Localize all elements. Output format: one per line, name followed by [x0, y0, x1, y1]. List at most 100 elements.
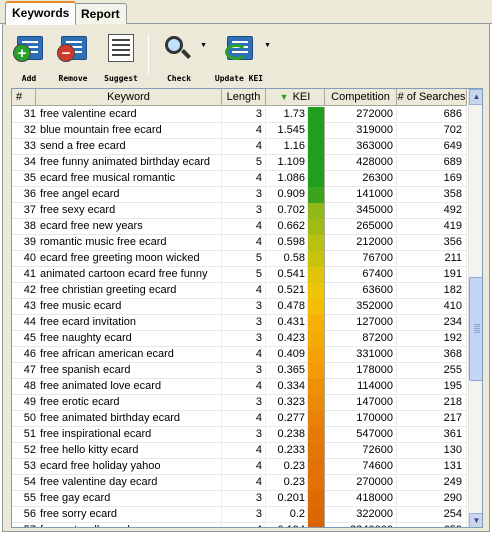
- table-row[interactable]: 51 free inspirational ecard 3 0.238 547000 36…: [12, 427, 467, 443]
- row-searches: 410: [397, 299, 467, 315]
- remove-button[interactable]: − Remove: [51, 32, 95, 84]
- row-kei-color-bar: [308, 267, 325, 283]
- vertical-scrollbar[interactable]: ▲ ▼: [468, 89, 482, 527]
- row-keyword: blue mountain free ecard: [36, 123, 222, 139]
- row-kei: 1.109: [266, 155, 308, 171]
- tab-bar: Keywords Report: [0, 0, 492, 25]
- row-length: 4: [222, 411, 266, 427]
- table-row[interactable]: 56 free sorry ecard 3 0.2 322000 254: [12, 507, 467, 523]
- table-row[interactable]: 39 romantic music free ecard 4 0.598 212000 3…: [12, 235, 467, 251]
- table-row[interactable]: 42 free christian greeting ecard 4 0.521 636…: [12, 283, 467, 299]
- row-number: 36: [23, 188, 36, 200]
- row-keyword: free animated birthday ecard: [36, 411, 222, 427]
- row-keyword: romantic music free ecard: [36, 235, 222, 251]
- scroll-thumb[interactable]: [469, 277, 482, 381]
- row-competition: 2240000: [325, 523, 397, 527]
- row-searches: 689: [397, 155, 467, 171]
- update-kei-button[interactable]: ▼ Update KEI: [207, 32, 271, 84]
- table-row[interactable]: 50 free animated birthday ecard 4 0.277 1700…: [12, 411, 467, 427]
- header-num[interactable]: #: [12, 89, 36, 106]
- row-number: 35: [23, 172, 36, 184]
- table-row[interactable]: 37 free sexy ecard 3 0.702 345000 492: [12, 203, 467, 219]
- row-searches: 368: [397, 347, 467, 363]
- row-kei: 0.662: [266, 219, 308, 235]
- row-competition: 270000: [325, 475, 397, 491]
- tab-keywords[interactable]: Keywords: [5, 1, 77, 25]
- row-competition: 87200: [325, 331, 397, 347]
- row-keyword: free music ecard: [36, 299, 222, 315]
- table-row[interactable]: 41 animated cartoon ecard free funny 5 0.54…: [12, 267, 467, 283]
- table-row[interactable]: 45 free naughty ecard 3 0.423 87200 192: [12, 331, 467, 347]
- table-row[interactable]: 55 free gay ecard 3 0.201 418000 290: [12, 491, 467, 507]
- row-kei-color-bar: [308, 107, 325, 123]
- row-length: 3: [222, 331, 266, 347]
- row-kei: 0.201: [266, 491, 308, 507]
- header-competition[interactable]: Competition: [325, 89, 397, 106]
- table-row[interactable]: 36 free angel ecard 3 0.909 141000 358: [12, 187, 467, 203]
- row-searches: 290: [397, 491, 467, 507]
- check-dropdown-icon[interactable]: ▼: [200, 42, 207, 49]
- suggest-label: Suggest: [104, 74, 138, 83]
- table-row[interactable]: 53 ecard free holiday yahoo 4 0.23 74600 131: [12, 459, 467, 475]
- row-keyword: ecard free musical romantic: [36, 171, 222, 187]
- row-number: 41: [23, 268, 36, 280]
- header-keyword[interactable]: Keyword: [36, 89, 222, 106]
- row-length: 4: [222, 283, 266, 299]
- row-keyword: free valentine day ecard: [36, 475, 222, 491]
- table-row[interactable]: 48 free animated love ecard 4 0.334 114000 19…: [12, 379, 467, 395]
- table-row[interactable]: 40 ecard free greeting moon wicked 5 0.58 76…: [12, 251, 467, 267]
- scroll-up-button[interactable]: ▲: [469, 89, 482, 105]
- row-kei-color-bar: [308, 443, 325, 459]
- scroll-down-button[interactable]: ▼: [469, 513, 482, 527]
- row-length: 3: [222, 395, 266, 411]
- row-keyword: free inspirational ecard: [36, 427, 222, 443]
- row-number: 51: [23, 428, 36, 440]
- row-number: 57: [12, 523, 36, 527]
- row-kei: 0.478: [266, 299, 308, 315]
- row-searches: 686: [397, 107, 467, 123]
- table-row[interactable]: 38 ecard free new years 4 0.662 265000 419: [12, 219, 467, 235]
- table-row[interactable]: 43 free music ecard 3 0.478 352000 410: [12, 299, 467, 315]
- row-competition: 547000: [325, 427, 397, 443]
- row-competition: 178000: [325, 363, 397, 379]
- table-row[interactable]: 35 ecard free musical romantic 4 1.086 26300…: [12, 171, 467, 187]
- header-length[interactable]: Length: [222, 89, 266, 106]
- row-searches: 195: [397, 379, 467, 395]
- check-button[interactable]: ▼ Check: [151, 32, 207, 84]
- header-kei[interactable]: ▼ KEI: [266, 89, 325, 106]
- row-number: 48: [23, 380, 36, 392]
- table-row[interactable]: 34 free funny animated birthday ecard 5 1.1…: [12, 155, 467, 171]
- tab-report[interactable]: Report: [74, 3, 127, 24]
- row-searches: 419: [397, 219, 467, 235]
- table-row[interactable]: 46 free african american ecard 4 0.409 33100…: [12, 347, 467, 363]
- table-row[interactable]: 47 free spanish ecard 3 0.365 178000 255: [12, 363, 467, 379]
- table-row[interactable]: 49 free erotic ecard 3 0.323 147000 218: [12, 395, 467, 411]
- keyword-grid[interactable]: # Keyword Length ▼ KEI Competition # of S…: [11, 88, 483, 528]
- row-length: 4: [222, 219, 266, 235]
- table-row[interactable]: 57free get well ecard40.194 2240000659: [12, 523, 467, 527]
- row-length: 4: [222, 235, 266, 251]
- table-row[interactable]: 54 free valentine day ecard 4 0.23 270000 249: [12, 475, 467, 491]
- row-kei: 0.598: [266, 235, 308, 251]
- row-searches: 131: [397, 459, 467, 475]
- row-keyword: free animated love ecard: [36, 379, 222, 395]
- header-searches[interactable]: # of Searches: [397, 89, 467, 106]
- update-dropdown-icon[interactable]: ▼: [264, 42, 271, 49]
- row-kei: 1.16: [266, 139, 308, 155]
- table-row[interactable]: 31 free valentine ecard 3 1.73 272000 686: [12, 107, 467, 123]
- row-competition: 212000: [325, 235, 397, 251]
- row-kei-color-bar: [308, 427, 325, 443]
- table-row[interactable]: 33 send a free ecard 4 1.16 363000 649: [12, 139, 467, 155]
- add-button[interactable]: + Add: [7, 32, 51, 84]
- row-searches: 130: [397, 443, 467, 459]
- table-row[interactable]: 44 free ecard invitation 3 0.431 127000 234: [12, 315, 467, 331]
- row-searches: 702: [397, 123, 467, 139]
- remove-keyword-icon: −: [57, 34, 89, 62]
- table-row[interactable]: 32 blue mountain free ecard 4 1.545 319000 70…: [12, 123, 467, 139]
- row-number: 37: [23, 204, 36, 216]
- table-row[interactable]: 52 free hello kitty ecard 4 0.233 72600 130: [12, 443, 467, 459]
- row-searches: 192: [397, 331, 467, 347]
- row-keyword: ecard free holiday yahoo: [36, 459, 222, 475]
- row-kei: 0.423: [266, 331, 308, 347]
- suggest-button[interactable]: Suggest: [99, 32, 143, 84]
